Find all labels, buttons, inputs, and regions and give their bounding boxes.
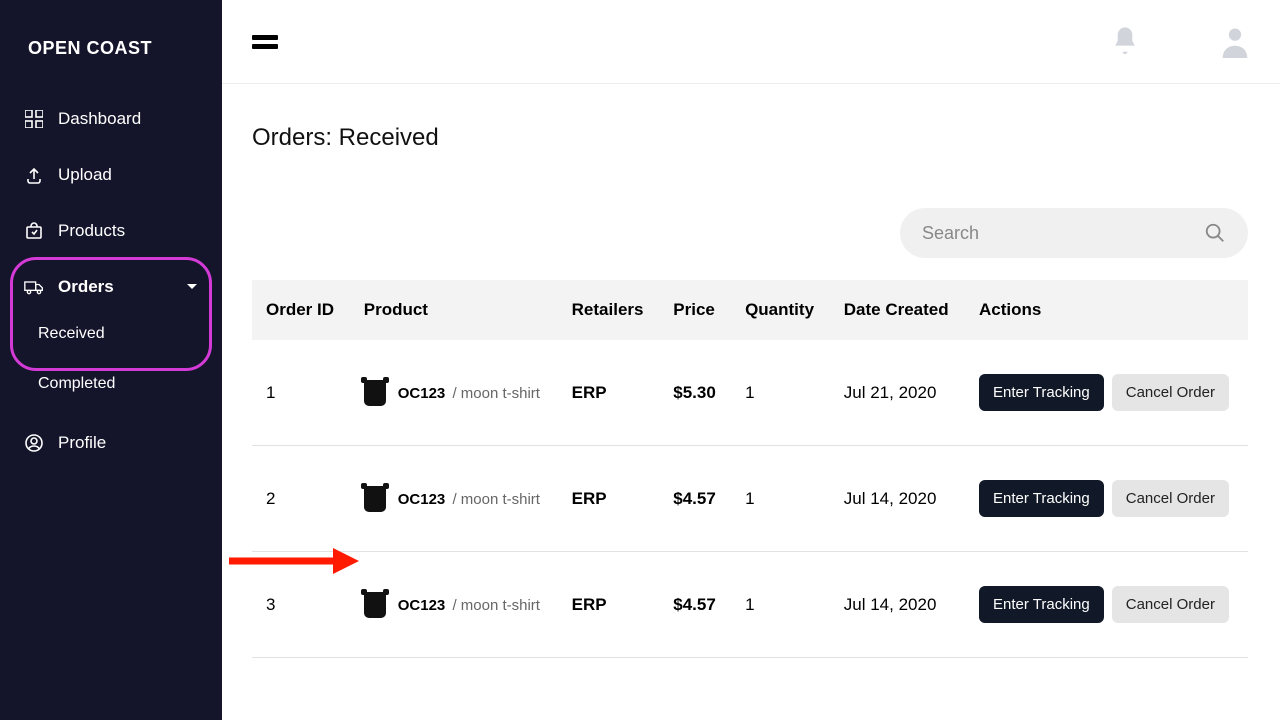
orders-group: Orders Received Completed	[10, 263, 212, 407]
sidebar-subitem-received[interactable]: Received	[10, 311, 212, 357]
cell-actions: Enter TrackingCancel Order	[965, 552, 1248, 658]
page-title: Orders: Received	[252, 124, 1248, 152]
col-date-created: Date Created	[830, 280, 965, 340]
cell-date: Jul 14, 2020	[830, 446, 965, 552]
cell-date: Jul 21, 2020	[830, 340, 965, 446]
product-name: / moon t-shirt	[448, 491, 540, 508]
cell-quantity: 1	[731, 552, 830, 658]
table-row[interactable]: 2OC123 / moon t-shirtERP$4.571Jul 14, 20…	[252, 446, 1248, 552]
table-row[interactable]: 1OC123 / moon t-shirtERP$5.301Jul 21, 20…	[252, 340, 1248, 446]
grid-icon	[24, 109, 44, 129]
brand-logo: OPEN COAST	[0, 18, 222, 91]
cell-product: OC123 / moon t-shirt	[350, 340, 558, 446]
enter-tracking-button[interactable]: Enter Tracking	[979, 374, 1104, 411]
col-price: Price	[659, 280, 731, 340]
cancel-order-button[interactable]: Cancel Order	[1112, 586, 1229, 623]
col-order-id: Order ID	[252, 280, 350, 340]
sidebar-item-label: Orders	[58, 277, 114, 297]
cancel-order-button[interactable]: Cancel Order	[1112, 374, 1229, 411]
product-thumb-icon	[364, 486, 386, 512]
sidebar: OPEN COAST Dashboard Upload Products	[0, 0, 222, 720]
col-retailers: Retailers	[558, 280, 660, 340]
product-sku: OC123	[398, 491, 446, 508]
sidebar-subitem-label: Received	[38, 325, 105, 342]
sidebar-item-label: Dashboard	[58, 109, 141, 129]
enter-tracking-button[interactable]: Enter Tracking	[979, 480, 1104, 517]
orders-table: Order ID Product Retailers Price Quantit…	[252, 280, 1248, 658]
content: Orders: Received Order ID Product Retail…	[222, 84, 1280, 658]
sidebar-item-label: Profile	[58, 433, 106, 453]
cell-order-id: 1	[252, 340, 350, 446]
user-circle-icon	[24, 433, 44, 453]
cancel-order-button[interactable]: Cancel Order	[1112, 480, 1229, 517]
sidebar-item-dashboard[interactable]: Dashboard	[0, 91, 222, 147]
sidebar-item-profile[interactable]: Profile	[0, 415, 222, 471]
col-product: Product	[350, 280, 558, 340]
bag-icon	[24, 221, 44, 241]
col-actions: Actions	[965, 280, 1248, 340]
cell-product: OC123 / moon t-shirt	[350, 552, 558, 658]
search-input[interactable]	[922, 223, 1204, 244]
chevron-down-icon	[186, 283, 198, 291]
main: Orders: Received Order ID Product Retail…	[222, 0, 1280, 720]
product-name: / moon t-shirt	[448, 385, 540, 402]
product-thumb-icon	[364, 380, 386, 406]
cell-quantity: 1	[731, 340, 830, 446]
product-sku: OC123	[398, 385, 446, 402]
product-sku: OC123	[398, 597, 446, 614]
menu-toggle-button[interactable]	[252, 33, 278, 51]
sidebar-item-upload[interactable]: Upload	[0, 147, 222, 203]
cell-date: Jul 14, 2020	[830, 552, 965, 658]
cell-retailer: ERP	[558, 340, 660, 446]
cell-actions: Enter TrackingCancel Order	[965, 340, 1248, 446]
cell-retailer: ERP	[558, 552, 660, 658]
search-icon	[1204, 222, 1226, 244]
search-box[interactable]	[900, 208, 1248, 258]
cell-quantity: 1	[731, 446, 830, 552]
truck-icon	[24, 279, 44, 295]
user-icon[interactable]	[1220, 26, 1250, 58]
table-row[interactable]: 3OC123 / moon t-shirtERP$4.571Jul 14, 20…	[252, 552, 1248, 658]
upload-icon	[24, 165, 44, 185]
bell-icon[interactable]	[1110, 25, 1140, 59]
sidebar-item-label: Upload	[58, 165, 112, 185]
topbar	[222, 0, 1280, 84]
sidebar-item-label: Products	[58, 221, 125, 241]
sidebar-item-orders[interactable]: Orders	[10, 263, 212, 311]
sidebar-subitem-completed[interactable]: Completed	[10, 361, 212, 407]
cell-product: OC123 / moon t-shirt	[350, 446, 558, 552]
product-name: / moon t-shirt	[448, 597, 540, 614]
sidebar-item-products[interactable]: Products	[0, 203, 222, 259]
cell-price: $4.57	[659, 446, 731, 552]
col-quantity: Quantity	[731, 280, 830, 340]
cell-price: $5.30	[659, 340, 731, 446]
sidebar-subitem-label: Completed	[38, 375, 115, 392]
cell-retailer: ERP	[558, 446, 660, 552]
cell-actions: Enter TrackingCancel Order	[965, 446, 1248, 552]
enter-tracking-button[interactable]: Enter Tracking	[979, 586, 1104, 623]
cell-price: $4.57	[659, 552, 731, 658]
cell-order-id: 2	[252, 446, 350, 552]
cell-order-id: 3	[252, 552, 350, 658]
product-thumb-icon	[364, 592, 386, 618]
